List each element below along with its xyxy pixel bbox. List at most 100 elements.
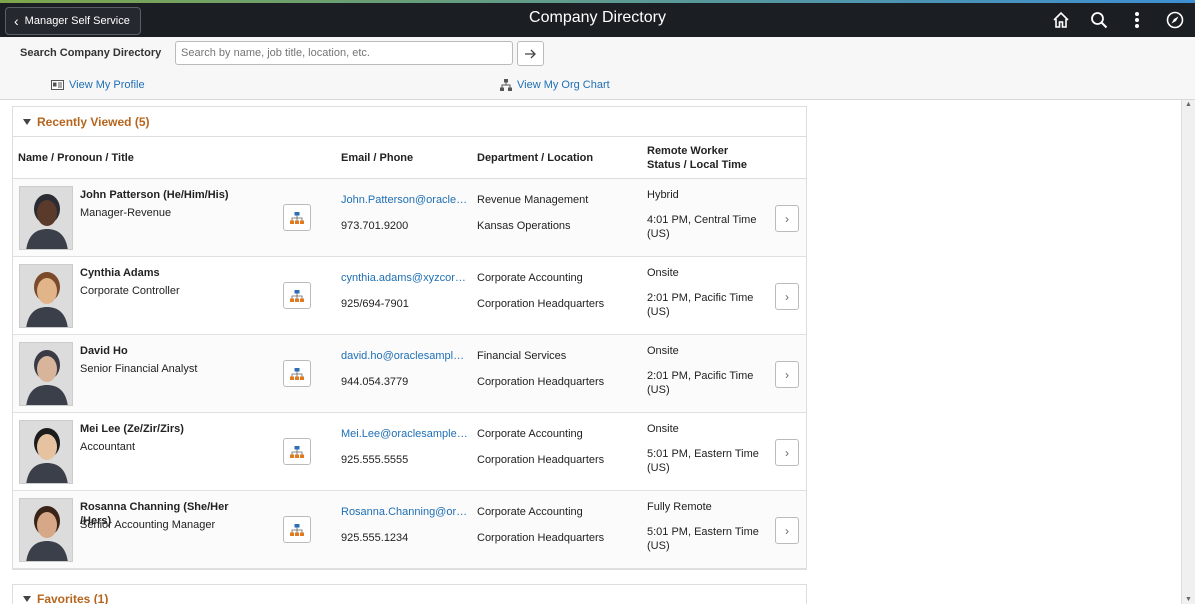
- table-row[interactable]: Mei Lee (Ze/Zir/Zirs) Accountant Mei.Lee@o…: [13, 413, 806, 491]
- local-time: 5:01 PM, Eastern Time (US): [647, 448, 759, 474]
- employee-phone: 944.054.3779: [341, 376, 409, 388]
- chevron-right-icon: ›: [785, 289, 789, 304]
- search-icon[interactable]: [1087, 8, 1111, 32]
- org-chart-icon: [500, 79, 512, 91]
- employee-location: Corporation Headquarters: [477, 454, 605, 466]
- employee-list: John Patterson (He/Him/His) Manager-Reven…: [13, 179, 806, 569]
- local-time: 2:01 PM, Pacific Time (US): [647, 292, 754, 318]
- employee-phone: 925/694-7901: [341, 298, 409, 310]
- org-chart-icon: [290, 523, 304, 536]
- org-chart-icon: [290, 367, 304, 380]
- employee-title: Manager-Revenue: [80, 207, 172, 219]
- employee-department: Corporate Accounting: [477, 506, 583, 518]
- employee-name[interactable]: Mei Lee (Ze/Zir/Zirs): [80, 422, 250, 436]
- column-header-email: Email / Phone: [341, 152, 414, 164]
- chevron-right-icon: ›: [785, 445, 789, 460]
- search-bar: Search Company Directory View My Profile…: [0, 37, 1195, 100]
- employee-department: Corporate Accounting: [477, 272, 583, 284]
- employee-name[interactable]: David Ho: [80, 344, 250, 358]
- employee-phone: 925.555.1234: [341, 532, 409, 544]
- home-icon[interactable]: [1049, 8, 1073, 32]
- avatar[interactable]: [19, 264, 73, 328]
- row-details-button[interactable]: ›: [775, 283, 799, 310]
- more-icon[interactable]: [1125, 8, 1149, 32]
- employee-phone: 973.701.9200: [341, 220, 409, 232]
- recently-viewed-title: Recently Viewed (5): [37, 114, 150, 129]
- favorites-title: Favorites (1): [37, 592, 109, 604]
- org-chart-button[interactable]: [283, 204, 311, 231]
- table-row[interactable]: Rosanna Channing (She/Her /Hers) Senior A…: [13, 491, 806, 569]
- employee-department: Financial Services: [477, 350, 567, 362]
- employee-name[interactable]: John Patterson (He/Him/His): [80, 188, 250, 202]
- employee-department: Revenue Management: [477, 194, 589, 206]
- org-chart-button[interactable]: [283, 282, 311, 309]
- row-details-button[interactable]: ›: [775, 205, 799, 232]
- view-my-profile-label: View My Profile: [69, 79, 145, 91]
- table-row[interactable]: John Patterson (He/Him/His) Manager-Reven…: [13, 179, 806, 257]
- scroll-down-icon[interactable]: ▼: [1185, 596, 1192, 603]
- column-header-name: Name / Pronoun / Title: [18, 152, 134, 164]
- favorites-header[interactable]: Favorites (1): [12, 584, 807, 604]
- top-banner: ‹ Manager Self Service Company Directory: [0, 0, 1195, 37]
- remote-status: Hybrid: [647, 189, 679, 201]
- profile-card-icon: [51, 80, 64, 90]
- employee-email-link[interactable]: cynthia.adams@xyzcorp.com: [341, 272, 469, 284]
- avatar[interactable]: [19, 420, 73, 484]
- employee-name[interactable]: Cynthia Adams: [80, 266, 250, 280]
- search-input[interactable]: [175, 41, 513, 65]
- column-header-remote-time: Status / Local Time: [647, 159, 748, 171]
- employee-email-link[interactable]: Rosanna.Channing@oraclesample.com: [341, 506, 469, 518]
- view-my-profile-link[interactable]: View My Profile: [51, 79, 145, 91]
- directory-content: Recently Viewed (5) Name / Pronoun / Tit…: [0, 100, 1181, 604]
- employee-title: Senior Financial Analyst: [80, 363, 198, 375]
- recently-viewed-panel: Recently Viewed (5) Name / Pronoun / Tit…: [12, 106, 807, 570]
- local-time: 5:01 PM, Eastern Time (US): [647, 526, 759, 552]
- recently-viewed-header[interactable]: Recently Viewed (5): [13, 107, 806, 137]
- employee-email-link[interactable]: John.Patterson@oraclesample.com: [341, 194, 469, 206]
- search-go-button[interactable]: [517, 41, 544, 66]
- column-header-remote: Remote Worker: [647, 145, 729, 157]
- employee-email-link[interactable]: david.ho@oraclesample.com: [341, 350, 469, 362]
- navigator-icon[interactable]: [1163, 8, 1187, 32]
- collapse-triangle-icon: [23, 118, 31, 125]
- table-row[interactable]: David Ho Senior Financial Analyst david.ho…: [13, 335, 806, 413]
- row-details-button[interactable]: ›: [775, 361, 799, 388]
- arrow-right-icon: [525, 49, 536, 58]
- employee-title: Senior Accounting Manager: [80, 519, 216, 531]
- employee-location: Corporation Headquarters: [477, 376, 605, 388]
- chevron-right-icon: ›: [785, 523, 789, 538]
- remote-status: Fully Remote: [647, 501, 712, 513]
- avatar[interactable]: [19, 342, 73, 406]
- employee-location: Corporation Headquarters: [477, 298, 605, 310]
- scroll-up-icon[interactable]: ▲: [1185, 101, 1192, 108]
- row-details-button[interactable]: ›: [775, 517, 799, 544]
- employee-location: Corporation Headquarters: [477, 532, 605, 544]
- chevron-right-icon: ›: [785, 367, 789, 382]
- avatar[interactable]: [19, 498, 73, 562]
- avatar[interactable]: [19, 186, 73, 250]
- org-chart-button[interactable]: [283, 438, 311, 465]
- column-headers: Name / Pronoun / Title Email / Phone Dep…: [13, 137, 806, 179]
- local-time: 2:01 PM, Pacific Time (US): [647, 370, 754, 396]
- row-details-button[interactable]: ›: [775, 439, 799, 466]
- employee-phone: 925.555.5555: [341, 454, 409, 466]
- employee-department: Corporate Accounting: [477, 428, 583, 440]
- org-chart-button[interactable]: [283, 360, 311, 387]
- page-title: Company Directory: [529, 9, 666, 26]
- employee-location: Kansas Operations: [477, 220, 571, 232]
- view-my-org-chart-link[interactable]: View My Org Chart: [500, 79, 610, 91]
- table-row[interactable]: Cynthia Adams Corporate Controller cynthia…: [13, 257, 806, 335]
- employee-title: Accountant: [80, 441, 136, 453]
- search-label: Search Company Directory: [20, 47, 162, 59]
- vertical-scrollbar[interactable]: ▲ ▼: [1181, 100, 1195, 604]
- org-chart-button[interactable]: [283, 516, 311, 543]
- remote-status: Onsite: [647, 345, 679, 357]
- collapse-triangle-icon: [23, 596, 31, 602]
- remote-status: Onsite: [647, 423, 679, 435]
- employee-title: Corporate Controller: [80, 285, 180, 297]
- org-chart-icon: [290, 211, 304, 224]
- org-chart-icon: [290, 445, 304, 458]
- view-my-org-chart-label: View My Org Chart: [517, 79, 610, 91]
- employee-email-link[interactable]: Mei.Lee@oraclesample.com: [341, 428, 469, 440]
- column-header-department: Department / Location: [477, 152, 594, 164]
